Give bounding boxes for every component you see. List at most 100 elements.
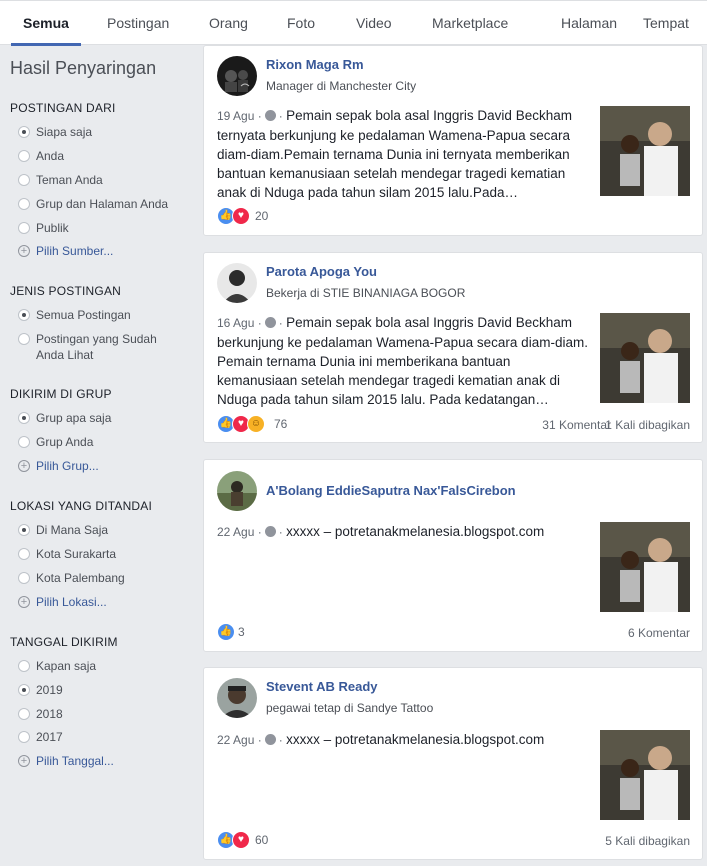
plus-circle-icon: + xyxy=(18,755,30,767)
post-body: 19 Agu · · Pemain sepak bola asal Inggris… xyxy=(217,108,572,200)
post-date[interactable]: 22 Agu xyxy=(217,733,254,747)
radio-icon xyxy=(18,572,30,584)
radio-icon xyxy=(18,150,30,162)
globe-icon xyxy=(264,526,276,537)
search-result-post: Stevent AB Ready pegawai tetap di Sandye… xyxy=(203,667,703,860)
post-date[interactable]: 16 Agu xyxy=(217,316,254,330)
tab-tempat[interactable]: Tempat xyxy=(643,1,689,46)
post-author-subtitle: Bekerja di STIE BINANIAGA BOGOR xyxy=(266,286,466,300)
avatar[interactable] xyxy=(217,263,257,303)
haha-reaction-icon: ☺ xyxy=(247,415,265,433)
like-reaction-icon: 👍 xyxy=(217,623,235,641)
radio-icon xyxy=(18,436,30,448)
tab-orang[interactable]: Orang xyxy=(209,1,248,46)
love-reaction-icon: ♥ xyxy=(232,831,250,849)
search-result-post: A'Bolang EddieSaputra Nax'FalsCirebon 22… xyxy=(203,459,703,652)
filter-choose-group-link[interactable]: + Pilih Grup... xyxy=(18,458,193,474)
radio-selected-icon xyxy=(18,126,30,138)
post-author-link[interactable]: A'Bolang EddieSaputra Nax'FalsCirebon xyxy=(266,483,516,498)
plus-circle-icon: + xyxy=(18,460,30,472)
filter-option-kota-palembang[interactable]: Kota Palembang xyxy=(18,570,193,586)
post-author-subtitle: Manager di Manchester City xyxy=(266,79,417,93)
post-thumbnail[interactable] xyxy=(600,313,690,403)
filter-option-grup-apa-saja[interactable]: Grup apa saja xyxy=(18,410,193,426)
reaction-count: 20 xyxy=(255,209,269,223)
filter-option-grup-halaman[interactable]: Grup dan Halaman Anda xyxy=(18,196,193,212)
filter-heading-date-posted: TANGGAL DIKIRIM xyxy=(10,635,118,649)
radio-selected-icon xyxy=(18,412,30,424)
post-text: Pemain sepak bola asal Inggris David Bec… xyxy=(217,315,588,407)
radio-icon xyxy=(18,222,30,234)
reaction-count: 76 xyxy=(274,417,288,431)
post-text: Pemain sepak bola asal Inggris David Bec… xyxy=(217,108,572,200)
post-author-link[interactable]: Stevent AB Ready xyxy=(266,679,378,694)
plus-circle-icon: + xyxy=(18,596,30,608)
filter-heading-post-source: POSTINGAN DARI xyxy=(10,101,116,115)
post-body: 22 Agu · · xxxxx – potretanakmelanesia.bl… xyxy=(217,732,545,747)
tab-semua[interactable]: Semua xyxy=(11,1,81,46)
search-result-post: Parota Apoga You Bekerja di STIE BINANIA… xyxy=(203,252,703,443)
search-result-post: Rixon Maga Rm Manager di Manchester City… xyxy=(203,45,703,236)
radio-icon xyxy=(18,174,30,186)
radio-selected-icon xyxy=(18,309,30,321)
filter-heading-posted-in-group: DIKIRIM DI GRUP xyxy=(10,387,112,401)
radio-icon xyxy=(18,708,30,720)
post-thumbnail[interactable] xyxy=(600,522,690,612)
filter-option-publik[interactable]: Publik xyxy=(18,220,193,236)
globe-icon xyxy=(264,734,276,745)
filter-option-2018[interactable]: 2018 xyxy=(18,706,193,722)
radio-selected-icon xyxy=(18,524,30,536)
radio-icon xyxy=(18,198,30,210)
filter-heading-post-type: JENIS POSTINGAN xyxy=(10,284,122,298)
post-thumbnail[interactable] xyxy=(600,106,690,196)
post-date[interactable]: 22 Agu xyxy=(217,525,254,539)
filter-choose-location-link[interactable]: + Pilih Lokasi... xyxy=(18,594,193,610)
reaction-count: 3 xyxy=(238,625,245,639)
post-text: xxxxx – potretanakmelanesia.blogspot.com xyxy=(286,524,545,539)
globe-icon xyxy=(264,317,276,328)
filter-option-2019[interactable]: 2019 xyxy=(18,682,193,698)
post-author-link[interactable]: Parota Apoga You xyxy=(266,264,377,279)
plus-circle-icon: + xyxy=(18,245,30,257)
share-count-link[interactable]: 5 Kali dibagikan xyxy=(605,834,690,848)
post-thumbnail[interactable] xyxy=(600,730,690,820)
filter-option-kapan-saja[interactable]: Kapan saja xyxy=(18,658,193,674)
reaction-count: 60 xyxy=(255,833,269,847)
tab-marketplace[interactable]: Marketplace xyxy=(432,1,508,46)
filter-option-di-mana-saja[interactable]: Di Mana Saja xyxy=(18,522,193,538)
comment-count-link[interactable]: 6 Komentar xyxy=(628,626,690,640)
filter-option-grup-anda[interactable]: Grup Anda xyxy=(18,434,193,450)
search-tab-bar: Semua Postingan Orang Foto Video Marketp… xyxy=(0,0,707,46)
filter-option-2017[interactable]: 2017 xyxy=(18,729,193,745)
tab-postingan[interactable]: Postingan xyxy=(107,1,169,46)
filter-option-siapa-saja[interactable]: Siapa saja xyxy=(18,124,193,140)
radio-selected-icon xyxy=(18,684,30,696)
share-count-link[interactable]: 1 Kali dibagikan xyxy=(605,418,690,432)
tab-video[interactable]: Video xyxy=(356,1,392,46)
avatar[interactable] xyxy=(217,471,257,511)
filter-choose-date-link[interactable]: + Pilih Tanggal... xyxy=(18,753,193,769)
tab-halaman[interactable]: Halaman xyxy=(561,1,617,46)
tab-foto[interactable]: Foto xyxy=(287,1,315,46)
comment-count-link[interactable]: 31 Komentar xyxy=(542,418,611,432)
filter-option-teman-anda[interactable]: Teman Anda xyxy=(18,172,193,188)
radio-icon xyxy=(18,731,30,743)
filter-option-kota-surakarta[interactable]: Kota Surakarta xyxy=(18,546,193,562)
filter-option-anda[interactable]: Anda xyxy=(18,148,193,164)
filter-choose-source-link[interactable]: + Pilih Sumber... xyxy=(18,243,193,259)
post-author-subtitle: pegawai tetap di Sandye Tattoo xyxy=(266,701,434,715)
filter-heading-tagged-location: LOKASI YANG DITANDAI xyxy=(10,499,153,513)
avatar[interactable] xyxy=(217,56,257,96)
post-body: 22 Agu · · xxxxx – potretanakmelanesia.bl… xyxy=(217,524,545,539)
love-reaction-icon: ♥ xyxy=(232,207,250,225)
filter-option-semua-postingan[interactable]: Semua Postingan xyxy=(18,307,193,323)
avatar[interactable] xyxy=(217,678,257,718)
radio-icon xyxy=(18,548,30,560)
radio-icon xyxy=(18,333,30,345)
post-author-link[interactable]: Rixon Maga Rm xyxy=(266,57,364,72)
post-date[interactable]: 19 Agu xyxy=(217,109,254,123)
post-body: 16 Agu · · Pemain sepak bola asal Inggris… xyxy=(217,315,588,407)
post-text: xxxxx – potretanakmelanesia.blogspot.com xyxy=(286,732,545,747)
radio-icon xyxy=(18,660,30,672)
filter-option-postingan-dilihat[interactable]: Postingan yang Sudah Anda Lihat xyxy=(18,331,168,363)
